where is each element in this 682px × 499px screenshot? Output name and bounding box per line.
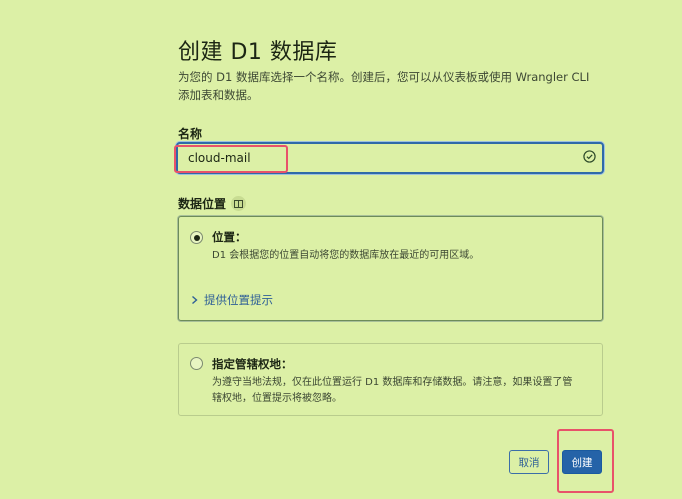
location-hint-label: 提供位置提示 xyxy=(204,293,273,307)
location-option-auto[interactable]: 位置： D1 会根据您的位置自动将您的数据库放在最近的可用区域。 提供位置提示 xyxy=(178,216,603,321)
location-auto-title: 位置： xyxy=(212,230,247,244)
location-auto-radio[interactable] xyxy=(190,231,203,244)
page-title: 创建 D1 数据库 xyxy=(178,40,338,65)
create-button[interactable]: 创建 xyxy=(562,450,602,474)
location-label: 数据位置 xyxy=(178,197,227,211)
location-jurisdiction-description: 为遵守当地法规，仅在此位置运行 D1 数据库和存储数据。请注意，如果设置了管辖权… xyxy=(212,377,573,404)
location-auto-description: D1 会根据您的位置自动将您的数据库放在最近的可用区域。 xyxy=(212,250,480,261)
name-field-container xyxy=(176,142,604,174)
check-circle-icon xyxy=(583,150,596,163)
location-label-row: 数据位置 xyxy=(178,195,247,212)
location-jurisdiction-title: 指定管辖权地： xyxy=(212,357,293,371)
page-description: 为您的 D1 数据库选择一个名称。创建后，您可以从仪表板或使用 Wrangler… xyxy=(178,70,590,102)
location-hint-toggle[interactable]: 提供位置提示 xyxy=(191,292,273,308)
cancel-button[interactable]: 取消 xyxy=(509,450,549,474)
location-option-jurisdiction[interactable]: 指定管辖权地： 为遵守当地法规，仅在此位置运行 D1 数据库和存储数据。请注意，… xyxy=(178,343,603,416)
name-label: 名称 xyxy=(178,127,203,141)
name-input[interactable] xyxy=(186,148,570,168)
chevron-right-icon xyxy=(192,295,198,305)
location-jurisdiction-radio[interactable] xyxy=(190,357,203,370)
book-icon[interactable] xyxy=(231,196,247,211)
